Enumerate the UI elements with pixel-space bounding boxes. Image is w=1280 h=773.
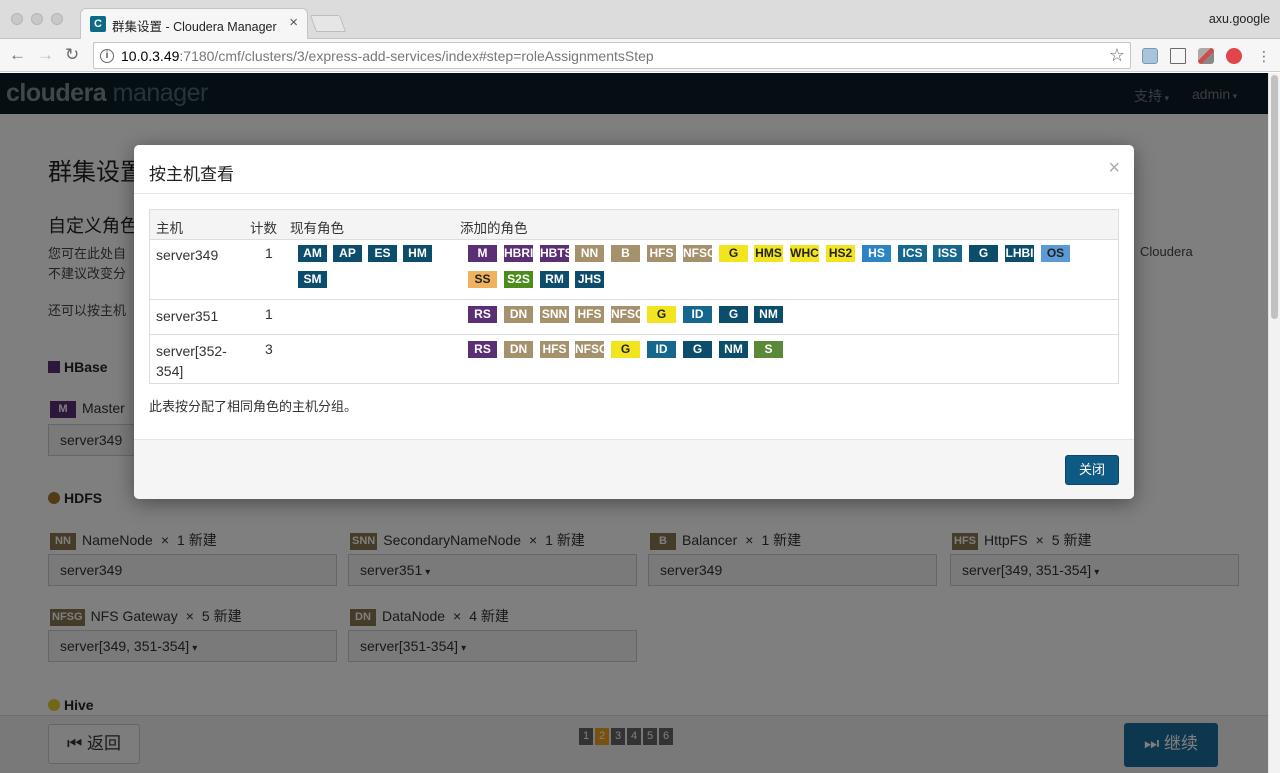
modal-close-button[interactable]: 关闭 bbox=[1065, 455, 1119, 485]
added-role-badge: SS bbox=[468, 271, 497, 288]
host-count: 3 bbox=[265, 341, 273, 357]
site-info-icon[interactable]: i bbox=[100, 49, 114, 63]
tab-title: 群集设置 - Cloudera Manager bbox=[112, 20, 277, 34]
host-name: server349 bbox=[156, 247, 219, 263]
col-added-roles: 添加的角色 bbox=[460, 221, 528, 236]
added-role-badge: HBRI bbox=[504, 245, 533, 262]
added-role-badge: NFSG bbox=[611, 306, 640, 323]
table-header: 主机 计数 现有角色 添加的角色 bbox=[150, 210, 1118, 240]
existing-role-badge: AP bbox=[333, 245, 362, 262]
added-role-badge: B bbox=[611, 245, 640, 262]
col-count: 计数 bbox=[250, 221, 277, 236]
added-role-badge: JHS bbox=[575, 271, 604, 288]
added-role-badge: HBTS bbox=[540, 245, 569, 262]
added-role-badge: G bbox=[719, 245, 748, 262]
col-host: 主机 bbox=[156, 221, 183, 236]
modal-note: 此表按分配了相同角色的主机分组。 bbox=[149, 399, 358, 414]
back-arrow-icon[interactable]: ← bbox=[9, 45, 26, 65]
address-bar[interactable]: i 10.0.3.49:7180/cmf/clusters/3/express-… bbox=[93, 42, 1131, 69]
table-row: server349 1 AM AP ES HM SM M HBRI HBTS NN B HFS NFSG G… bbox=[150, 239, 1118, 300]
url-host: 10.0.3.49 bbox=[121, 48, 180, 64]
added-role-badge: G bbox=[611, 341, 640, 358]
page-scrollbar[interactable] bbox=[1268, 73, 1280, 773]
added-role-badge: RS bbox=[468, 306, 497, 323]
added-role-badge: S bbox=[754, 341, 783, 358]
reload-icon[interactable]: ↻ bbox=[65, 45, 79, 65]
added-role-badge: NN bbox=[575, 245, 604, 262]
host-role-table: 主机 计数 现有角色 添加的角色 server349 1 AM AP ES HM SM M HB… bbox=[149, 209, 1119, 384]
added-role-badge: HS2 bbox=[826, 245, 855, 262]
window-minimize-dot[interactable] bbox=[31, 13, 43, 25]
added-role-badge: ISS bbox=[933, 245, 962, 262]
browser-toolbar: ← → ↻ i 10.0.3.49:7180/cmf/clusters/3/ex… bbox=[0, 39, 1280, 72]
modal-header: 按主机查看 × bbox=[134, 145, 1134, 194]
browser-tab-bar: C 群集设置 - Cloudera Manager × axu.google bbox=[0, 0, 1280, 39]
added-role-badge: LHBI bbox=[1005, 245, 1034, 262]
added-role-badge: S2S bbox=[504, 271, 533, 288]
browser-tab[interactable]: C 群集设置 - Cloudera Manager × bbox=[80, 8, 308, 39]
added-role-badge: M bbox=[468, 245, 497, 262]
bookmark-star-icon[interactable]: ☆ bbox=[1109, 45, 1125, 66]
added-role-badge: ID bbox=[683, 306, 712, 323]
todo-check-icon[interactable] bbox=[1226, 48, 1242, 64]
host-count: 1 bbox=[265, 245, 273, 261]
added-role-badge: HMS bbox=[754, 245, 783, 262]
host-name: server[352-354] bbox=[156, 343, 227, 379]
forward-arrow-icon[interactable]: → bbox=[37, 45, 54, 65]
added-role-badge: HFS bbox=[575, 306, 604, 323]
added-role-badge: NM bbox=[719, 341, 748, 358]
added-role-badge: HFS bbox=[540, 341, 569, 358]
new-tab-button[interactable] bbox=[309, 15, 347, 32]
added-role-badge: G bbox=[647, 306, 676, 323]
modal-footer: 关闭 bbox=[134, 439, 1134, 499]
host-count: 1 bbox=[265, 306, 273, 322]
added-role-badge: ID bbox=[647, 341, 676, 358]
network-extension-icon[interactable] bbox=[1198, 48, 1214, 64]
window-zoom-dot[interactable] bbox=[51, 13, 63, 25]
added-role-badge: SNN bbox=[540, 306, 569, 323]
added-role-badge: OS bbox=[1041, 245, 1070, 262]
screen-capture-icon[interactable] bbox=[1170, 48, 1186, 64]
url-text[interactable]: 10.0.3.49:7180/cmf/clusters/3/express-ad… bbox=[121, 48, 654, 64]
url-path: :7180/cmf/clusters/3/express-add-service… bbox=[179, 48, 654, 64]
modal-close-icon[interactable]: × bbox=[1108, 157, 1120, 180]
added-role-badge: RM bbox=[540, 271, 569, 288]
window-close-dot[interactable] bbox=[11, 13, 23, 25]
profile-name[interactable]: axu.google bbox=[1209, 12, 1270, 26]
view-by-host-modal: 按主机查看 × 主机 计数 现有角色 添加的角色 server349 1 AM AP E… bbox=[134, 145, 1134, 499]
existing-role-badge: HM bbox=[403, 245, 432, 262]
tab-close-icon[interactable]: × bbox=[289, 14, 298, 31]
table-row: server[352-354] 3 RS DN HFS NFSG G ID G NM S bbox=[150, 335, 1118, 383]
added-role-badge: HFS bbox=[647, 245, 676, 262]
added-role-badge: ICS bbox=[898, 245, 927, 262]
cloudera-favicon-icon: C bbox=[90, 16, 106, 32]
existing-role-badge: SM bbox=[298, 271, 327, 288]
added-role-badge: WHC bbox=[790, 245, 819, 262]
added-role-badge: DN bbox=[504, 341, 533, 358]
col-existing-roles: 现有角色 bbox=[290, 221, 344, 236]
added-role-badge: RS bbox=[468, 341, 497, 358]
added-role-badge: G bbox=[683, 341, 712, 358]
scrollbar-thumb[interactable] bbox=[1271, 75, 1278, 319]
modal-title: 按主机查看 bbox=[149, 165, 234, 184]
added-role-badge: HS bbox=[862, 245, 891, 262]
added-role-badge: NFSG bbox=[683, 245, 712, 262]
table-row: server351 1 RS DN SNN HFS NFSG G ID G NM bbox=[150, 300, 1118, 335]
bookmark-extension-icon[interactable] bbox=[1142, 48, 1158, 64]
added-role-badge: NFSG bbox=[575, 341, 604, 358]
existing-role-badge: AM bbox=[298, 245, 327, 262]
existing-role-badge: ES bbox=[368, 245, 397, 262]
browser-menu-icon[interactable]: ⋮ bbox=[1257, 46, 1271, 66]
added-role-badge: G bbox=[719, 306, 748, 323]
added-role-badge: G bbox=[969, 245, 998, 262]
added-role-badge: NM bbox=[754, 306, 783, 323]
added-role-badge: DN bbox=[504, 306, 533, 323]
host-name: server351 bbox=[156, 308, 219, 324]
